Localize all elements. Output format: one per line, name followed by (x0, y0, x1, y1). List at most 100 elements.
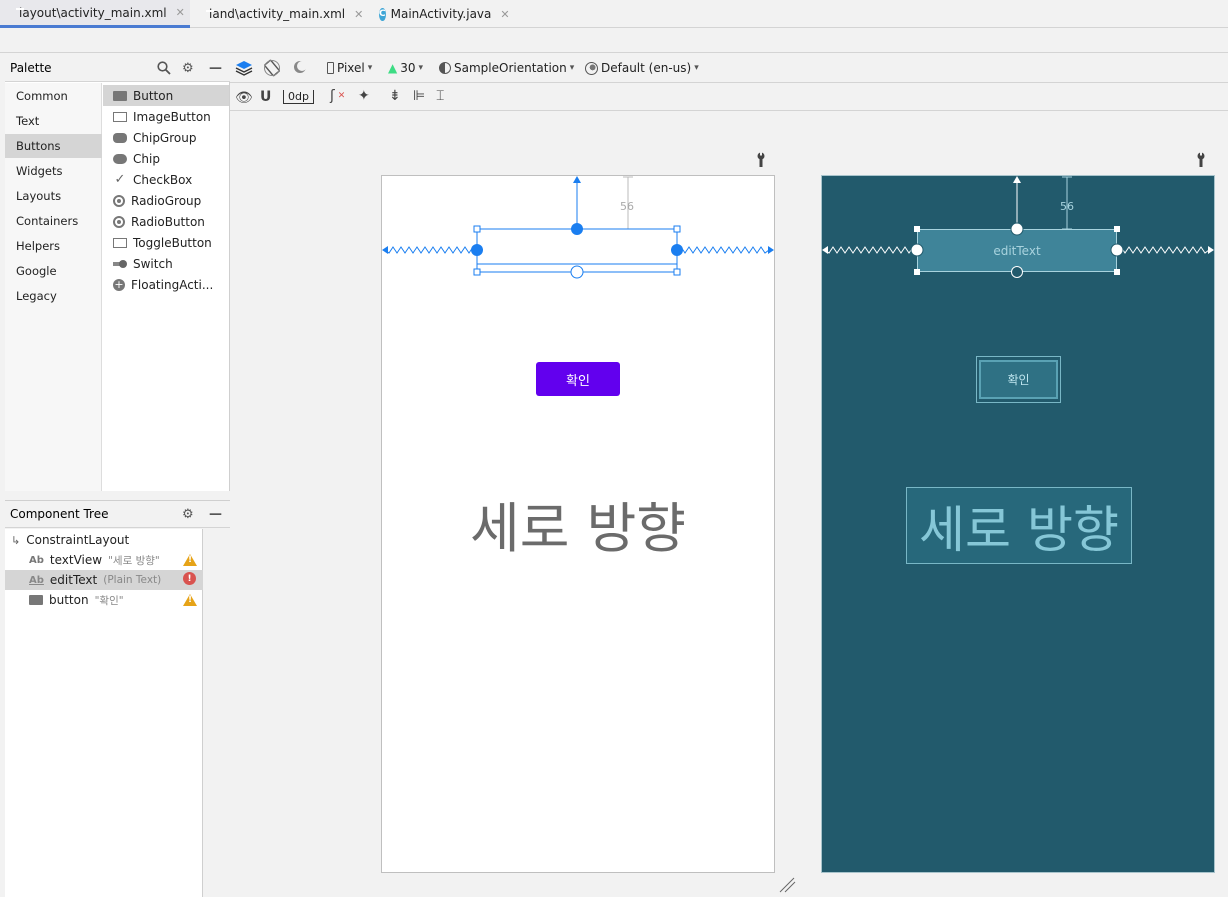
switch-icon (113, 259, 127, 268)
close-icon[interactable]: ✕ (176, 6, 185, 19)
chevron-down-icon: ▾ (569, 63, 575, 73)
chevron-down-icon: ▾ (367, 63, 373, 73)
rotate-icon[interactable] (263, 59, 281, 77)
locale-label: Default (en-us) (601, 61, 692, 75)
palette-item-fab[interactable]: + FloatingActi... (103, 274, 229, 295)
warning-icon[interactable] (183, 554, 197, 566)
globe-icon (585, 61, 598, 75)
tab-layout-activity-main[interactable]: layout\activity_main.xml ✕ (0, 0, 190, 28)
tree-node-button[interactable]: button "확인" (29, 590, 203, 610)
button-icon (113, 90, 127, 101)
category-layouts[interactable]: Layouts (5, 184, 102, 208)
android-icon: ▲ (388, 61, 398, 75)
tree-node-constraintlayout[interactable]: ↳ ConstraintLayout (11, 530, 129, 550)
gear-icon[interactable]: ⚙ (182, 507, 194, 522)
orientation-selector[interactable]: SampleOrientation ▾ (439, 61, 574, 75)
infer-constraints-icon[interactable]: ✦ (358, 88, 370, 104)
orientation-label: SampleOrientation (454, 61, 567, 75)
error-icon[interactable]: ! (183, 572, 196, 585)
node-text: (Plain Text) (103, 574, 162, 586)
search-icon[interactable] (157, 61, 171, 79)
pack-icon[interactable]: ⇟ (389, 88, 401, 104)
palette-item-imagebutton[interactable]: ImageButton (103, 106, 229, 127)
node-label: ConstraintLayout (26, 533, 130, 547)
category-text[interactable]: Text (5, 109, 102, 133)
clear-constraints-icon[interactable]: ʃ ✕ (330, 88, 345, 104)
tab-label: MainActivity.java (390, 7, 492, 21)
java-class-icon: C (379, 7, 386, 21)
button-icon (29, 595, 43, 605)
radio-icon (113, 194, 125, 207)
api-selector[interactable]: ▲ 30 ▾ (388, 61, 423, 75)
default-margin-selector[interactable]: 0dp (283, 90, 314, 104)
guidelines-icon[interactable]: ⌶ (436, 88, 444, 104)
device-label: Pixel (337, 61, 365, 75)
item-label: RadioButton (131, 214, 205, 229)
close-icon[interactable]: ✕ (354, 8, 363, 21)
breadcrumb-strip (0, 29, 1228, 53)
night-mode-icon[interactable] (293, 60, 309, 76)
palette-item-togglebutton[interactable]: ToggleButton (103, 232, 229, 253)
textview-preview[interactable]: 세로 방향 (381, 488, 775, 560)
item-label: ImageButton (133, 109, 211, 124)
category-widgets[interactable]: Widgets (5, 159, 102, 183)
component-tree-title: Component Tree (10, 507, 109, 521)
item-label: CheckBox (133, 172, 193, 187)
constraint-layout-icon: ↳ (11, 533, 21, 547)
confirm-button-preview[interactable]: 확인 (536, 362, 620, 396)
edittext-icon: Ab (29, 574, 44, 586)
wrench-icon[interactable] (1195, 152, 1207, 172)
tab-main-activity[interactable]: C MainActivity.java ✕ (365, 0, 515, 28)
component-tree-header: Component Tree ⚙ — (5, 500, 230, 528)
design-toolbar: Pixel ▾ ▲ 30 ▾ SampleOrientation ▾ Defau… (230, 54, 1228, 83)
align-icon[interactable]: ⊫ (413, 88, 425, 104)
phone-icon (327, 62, 334, 74)
confirm-button-blueprint[interactable]: 확인 (976, 356, 1061, 403)
node-label: editText (49, 573, 98, 587)
palette-item-chip[interactable]: Chip (103, 148, 229, 169)
component-tree: ↳ ConstraintLayout Ab textView "세로 방향" A… (5, 529, 203, 897)
category-helpers[interactable]: Helpers (5, 234, 102, 258)
eye-icon[interactable]: 👁 (235, 90, 253, 106)
theme-icon (439, 62, 451, 74)
palette-item-radiobutton[interactable]: RadioButton (103, 211, 229, 232)
layers-icon[interactable] (235, 59, 253, 77)
magnet-icon[interactable]: U (260, 89, 271, 105)
locale-selector[interactable]: Default (en-us) ▾ (585, 61, 699, 75)
button-label: 확인 (979, 360, 1058, 399)
item-label: ToggleButton (133, 235, 212, 250)
palette-item-chipgroup[interactable]: ChipGroup (103, 127, 229, 148)
tree-node-edittext[interactable]: Ab editText (Plain Text) (5, 570, 203, 590)
wrench-icon[interactable] (755, 152, 767, 172)
warning-icon[interactable] (183, 594, 197, 606)
textview-blueprint[interactable]: 세로 방향 (906, 487, 1132, 564)
api-label: 30 (400, 61, 416, 75)
category-google[interactable]: Google (5, 259, 102, 283)
category-buttons[interactable]: Buttons (5, 134, 102, 158)
radio-icon (113, 215, 125, 228)
margin-value: 56 (1060, 200, 1074, 213)
edittext-constraints (382, 176, 774, 279)
category-legacy[interactable]: Legacy (5, 284, 102, 308)
minimize-icon[interactable]: — (209, 61, 222, 76)
palette-item-checkbox[interactable]: ✓ CheckBox (103, 169, 229, 190)
gear-icon[interactable]: ⚙ (182, 61, 194, 76)
margin-value: 56 (620, 200, 634, 213)
minimize-icon[interactable]: — (209, 507, 222, 522)
node-label: textView (49, 553, 103, 567)
constraint-toolbar: 👁 U 0dp ʃ ✕ ✦ ⇟ ⊫ ⌶ (230, 84, 1228, 111)
image-icon (113, 111, 127, 122)
close-icon[interactable]: ✕ (500, 8, 509, 21)
palette-item-radiogroup[interactable]: RadioGroup (103, 190, 229, 211)
tree-node-textview[interactable]: Ab textView "세로 방향" (29, 550, 203, 570)
chipgroup-icon (113, 132, 127, 143)
category-common[interactable]: Common (5, 84, 102, 108)
category-containers[interactable]: Containers (5, 209, 102, 233)
palette-item-switch[interactable]: Switch (103, 253, 229, 274)
device-selector[interactable]: Pixel ▾ (327, 61, 372, 75)
node-text: "확인" (94, 594, 124, 607)
tab-land-activity-main[interactable]: land\activity_main.xml ✕ (190, 0, 365, 28)
palette-item-button[interactable]: Button (103, 85, 229, 106)
chevron-down-icon: ▾ (418, 63, 424, 73)
resize-handle-icon[interactable] (778, 877, 796, 893)
